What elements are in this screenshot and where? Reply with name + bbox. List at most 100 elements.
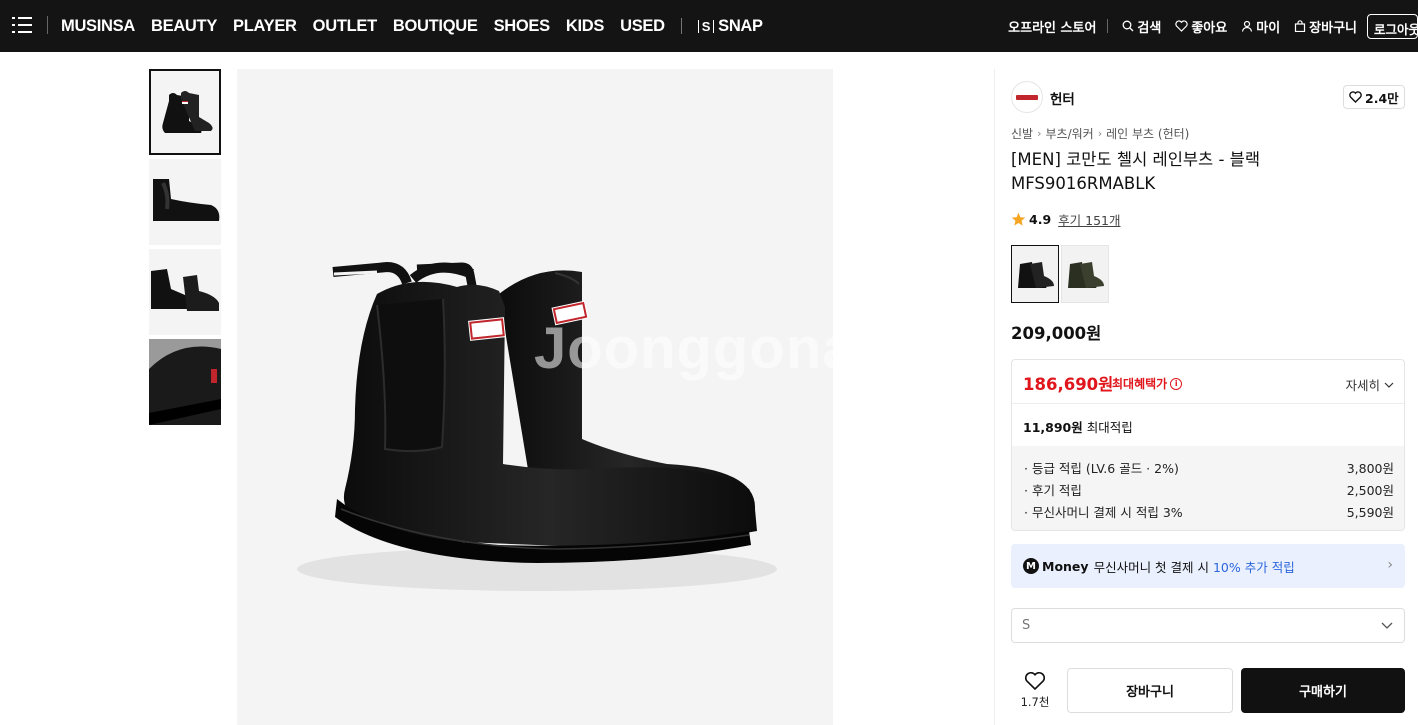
top-navigation-bar: MUSINSA BEAUTY PLAYER OUTLET BOUTIQUE SH…	[0, 0, 1418, 52]
sale-price: 186,690원	[1023, 375, 1114, 394]
rating-score: 4.9	[1029, 212, 1052, 227]
breadcrumb: 신발 › 부츠/워커 › 레인 부츠 (헌터)	[1011, 125, 1189, 142]
chevron-right-icon: ›	[1387, 557, 1393, 573]
brand-logo[interactable]	[1011, 81, 1043, 113]
heart-icon	[1349, 91, 1362, 103]
heart-icon	[1175, 20, 1189, 32]
brand-like-count: 2.4만	[1365, 90, 1399, 106]
logout-button[interactable]: 로그아웃	[1367, 13, 1418, 39]
heart-icon	[1024, 672, 1046, 691]
size-select[interactable]: S	[1011, 608, 1405, 643]
max-accrual: 11,890원 최대적립	[1023, 417, 1133, 436]
nav-item-snap-label: SNAP	[718, 16, 763, 35]
thumbnail-3[interactable]	[149, 249, 221, 335]
snap-logo-icon: S	[697, 19, 715, 33]
boot-heel-closeup-image	[149, 339, 221, 425]
boot-side-image	[153, 179, 220, 221]
offline-store-link[interactable]: 오프라인 스토어	[1008, 17, 1096, 36]
brand-name[interactable]: 헌터	[1050, 88, 1075, 108]
max-benefit-label: 최대혜택가 i	[1112, 375, 1183, 392]
accrual-row-value: 3,800원	[1346, 460, 1394, 476]
like-link[interactable]: 좋아요	[1175, 17, 1227, 36]
chevron-down-icon	[1384, 382, 1394, 388]
money-logo-text: Money	[1042, 558, 1089, 574]
nav-item-used[interactable]: USED	[620, 17, 665, 36]
main-product-image[interactable]: Joonggonara	[237, 69, 833, 725]
nav-item-outlet[interactable]: OUTLET	[313, 17, 378, 36]
wishlist-button[interactable]: 1.7천	[1019, 671, 1051, 710]
star-icon	[1011, 212, 1026, 226]
color-option-black[interactable]	[1011, 245, 1059, 303]
breadcrumb-item[interactable]: 부츠/워커	[1046, 125, 1094, 142]
cart-link[interactable]: 장바구니	[1294, 17, 1357, 36]
nav-item-player[interactable]: PLAYER	[233, 17, 297, 36]
chelsea-boots-image	[297, 261, 777, 591]
benefit-box: 186,690원 최대혜택가 i 자세히 11,890원 최대적립 · 등급 적…	[1011, 359, 1405, 531]
info-icon[interactable]: i	[1170, 377, 1183, 390]
chevron-right-icon: ›	[1037, 127, 1042, 140]
thumbnail-1[interactable]	[149, 69, 221, 155]
nav-item-boutique[interactable]: BOUTIQUE	[393, 17, 478, 36]
brand-like-button[interactable]: 2.4만	[1343, 85, 1405, 109]
wishlist-count: 1.7천	[1020, 695, 1050, 709]
breadcrumb-item[interactable]: 신발	[1011, 125, 1033, 142]
nav-item-kids[interactable]: KIDS	[566, 17, 605, 36]
search-button[interactable]: 검색	[1122, 17, 1161, 36]
money-banner-text: 무신사머니 첫 결제 시	[1093, 559, 1209, 575]
detail-label: 자세히	[1345, 378, 1380, 393]
nav-item-shoes[interactable]: SHOES	[494, 17, 551, 36]
shopping-bag-icon	[1295, 20, 1306, 32]
max-benefit-text: 최대혜택가	[1112, 377, 1168, 391]
divider	[1107, 19, 1109, 33]
buy-now-button[interactable]: 구매하기	[1241, 668, 1405, 713]
musinsa-money-banner[interactable]: M Money 무신사머니 첫 결제 시 10% 추가 적립 ›	[1011, 544, 1405, 588]
max-benefit-row: 186,690원 최대혜택가 i 자세히	[1012, 360, 1404, 404]
boot-pair-image	[162, 91, 213, 133]
product-title: [MEN] 코만도 첼시 레인부츠 - 블랙 MFS9016RMABLK	[1011, 150, 1261, 193]
chevron-down-icon	[1381, 622, 1393, 629]
nav-item-musinsa[interactable]: MUSINSA	[61, 17, 135, 36]
divider	[680, 18, 682, 34]
user-icon	[1242, 20, 1253, 32]
black-boots-swatch-image	[1018, 262, 1054, 288]
detail-toggle[interactable]: 자세히	[1345, 375, 1394, 394]
money-banner-highlight: 10% 추가 적립	[1212, 559, 1295, 575]
search-icon	[1122, 20, 1134, 32]
accrual-row-label: · 후기 적립	[1024, 482, 1082, 498]
product-rating: 4.9 후기 151개	[1011, 210, 1121, 229]
watermark-text: Joonggonara	[534, 316, 833, 381]
menu-icon[interactable]	[12, 17, 32, 33]
like-label: 좋아요	[1191, 20, 1228, 36]
main-nav: MUSINSA BEAUTY PLAYER OUTLET BOUTIQUE SH…	[61, 0, 763, 52]
accrual-row-value: 5,590원	[1346, 504, 1394, 520]
accrual-row-label: · 무신사머니 결제 시 적립 3%	[1024, 504, 1183, 520]
nav-item-snap[interactable]: S SNAP	[697, 16, 763, 36]
thumbnail-4[interactable]	[149, 339, 221, 425]
accrual-breakdown: · 등급 적립 (LV.6 골드 · 2%) 3,800원 · 후기 적립 2,…	[1012, 446, 1404, 530]
accrual-row-value: 2,500원	[1346, 482, 1394, 498]
chevron-right-icon: ›	[1097, 127, 1103, 140]
money-logo-icon: M	[1023, 558, 1039, 574]
review-count-link[interactable]: 후기 151개	[1058, 210, 1120, 229]
color-option-green[interactable]	[1061, 245, 1109, 303]
my-page-link[interactable]: 마이	[1241, 17, 1280, 36]
offline-store-label: 오프라인 스토어	[1008, 20, 1097, 36]
utility-menu: 오프라인 스토어 검색 좋아요 마이 장바구니 로그아웃	[1008, 0, 1418, 52]
nav-item-beauty[interactable]: BEAUTY	[151, 17, 217, 36]
divider	[47, 16, 48, 34]
search-label: 검색	[1137, 20, 1162, 36]
cart-label: 장바구니	[1309, 20, 1357, 36]
max-accrual-label: 최대적립	[1086, 420, 1133, 435]
thumbnail-2[interactable]	[149, 159, 221, 245]
my-label: 마이	[1256, 20, 1281, 36]
add-to-cart-button[interactable]: 장바구니	[1067, 668, 1233, 713]
accrual-row: · 무신사머니 결제 시 적립 3% 5,590원	[1024, 500, 1394, 522]
size-select-value: S	[1022, 618, 1031, 633]
green-boots-swatch-image	[1068, 262, 1104, 288]
breadcrumb-item[interactable]: 레인 부츠 (헌터)	[1106, 125, 1189, 142]
hunter-logo-icon	[1016, 94, 1038, 100]
product-info-panel: 헌터 2.4만 신발 › 부츠/워커 › 레인 부츠 (헌터) [MEN] 코만…	[994, 69, 1418, 725]
original-price: 209,000원	[1011, 324, 1102, 343]
boot-pair-back-image	[151, 269, 219, 311]
max-accrual-amount: 11,890원	[1023, 420, 1083, 435]
